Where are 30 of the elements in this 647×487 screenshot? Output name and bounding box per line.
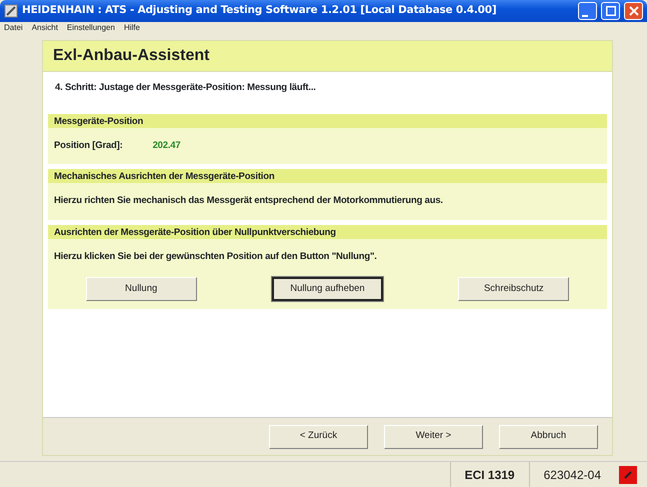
status-text: ECI 1319 — [450, 462, 529, 487]
action-button[interactable]: Schreibschutz — [458, 276, 570, 301]
field-label: Position [Grad]: — [54, 140, 123, 151]
menu-item[interactable]: Datei — [4, 22, 23, 34]
step-text: 4. Schritt: Justage der Messgeräte-Position: Messung läuft... — [55, 82, 316, 93]
section-title: Messgeräte-Position — [54, 116, 144, 127]
section-title: Ausrichten der Messgeräte-Position über Nullpunktverschiebung — [54, 226, 336, 238]
wizard-title: Exl-Anbau-Assistent — [53, 46, 210, 66]
close-icon — [628, 6, 638, 16]
minimize-icon — [582, 14, 588, 16]
close-button[interactable] — [624, 2, 643, 20]
window-title: HEIDENHAIN : ATS - Adjusting and Testing Software 1.2.01 [Local Database 0.4.00] — [22, 3, 498, 18]
instruction-text: Hierzu richten Sie mechanisch das Messgerät entsprechend der Motorkommutierung aus. — [54, 195, 443, 206]
action-button[interactable]: Nullung — [86, 276, 197, 301]
app-icon — [4, 4, 18, 18]
nav-button[interactable]: < Zurück — [269, 424, 368, 448]
minimize-button[interactable] — [578, 2, 597, 20]
position-value: 202.47 — [152, 140, 180, 151]
nav-button[interactable]: Abbruch — [499, 424, 598, 448]
nav-button[interactable]: Weiter > — [384, 424, 483, 448]
status-icon — [619, 466, 637, 484]
menu-item[interactable]: Einstellungen — [66, 22, 115, 34]
instruction-text: Hierzu klicken Sie bei der gewünschten Position auf den Button "Nullung". — [54, 250, 377, 262]
menu-item[interactable]: Hilfe — [124, 22, 140, 34]
section-title: Mechanisches Ausrichten der Messgeräte-Position — [54, 171, 274, 182]
status-text: 623042-04 — [528, 462, 615, 487]
menu-item[interactable]: Ansicht — [32, 22, 58, 34]
action-button[interactable]: Nullung aufheben — [272, 276, 383, 301]
maximize-button[interactable] — [601, 2, 620, 20]
maximize-icon — [606, 6, 616, 16]
